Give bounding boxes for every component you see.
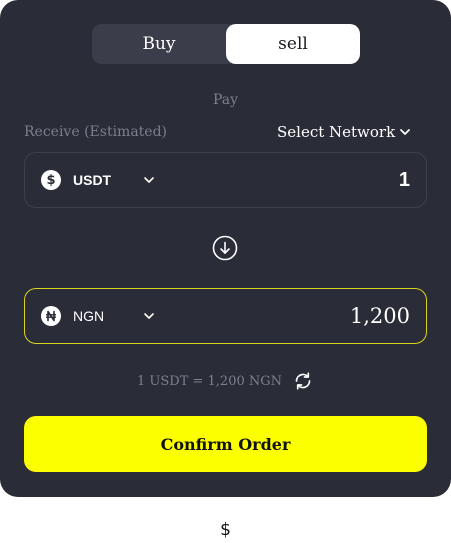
to-amount-value: 1,200: [349, 304, 410, 328]
to-currency-selector[interactable]: NGN: [41, 289, 155, 343]
receive-label: Receive (Estimated): [24, 124, 168, 140]
trade-card: Buy sell Pay Receive (Estimated) Select …: [0, 0, 451, 497]
from-amount-input[interactable]: 1: [210, 153, 410, 207]
confirm-order-button[interactable]: Confirm Order: [24, 416, 427, 472]
pay-label: Pay: [212, 92, 239, 108]
from-amount-field: $ USDT 1: [24, 152, 427, 208]
refresh-icon[interactable]: [292, 370, 314, 392]
chevron-down-icon: [400, 129, 411, 135]
arrow-down-circle-icon[interactable]: [212, 235, 238, 261]
chevron-down-icon: [144, 177, 154, 183]
sell-tab[interactable]: sell: [226, 24, 360, 64]
from-currency-selector[interactable]: $ USDT: [41, 153, 155, 207]
buy-tab[interactable]: Buy: [92, 24, 226, 64]
to-currency-code: NGN: [73, 308, 105, 324]
buy-sell-toggle: Buy sell: [92, 24, 360, 64]
dollar-coin-icon: $: [41, 170, 61, 190]
select-network-dropdown[interactable]: Select Network: [277, 123, 411, 141]
naira-coin-icon: [41, 306, 61, 326]
chevron-down-icon: [144, 313, 154, 319]
dollar-sign-text: $: [220, 520, 231, 540]
exchange-rate: 1 USDT = 1,200 NGN: [0, 370, 451, 392]
select-network-label: Select Network: [277, 123, 396, 141]
from-currency-code: USDT: [73, 172, 112, 188]
exchange-rate-text: 1 USDT = 1,200 NGN: [137, 373, 282, 389]
to-amount-field: NGN 1,200: [24, 288, 427, 344]
